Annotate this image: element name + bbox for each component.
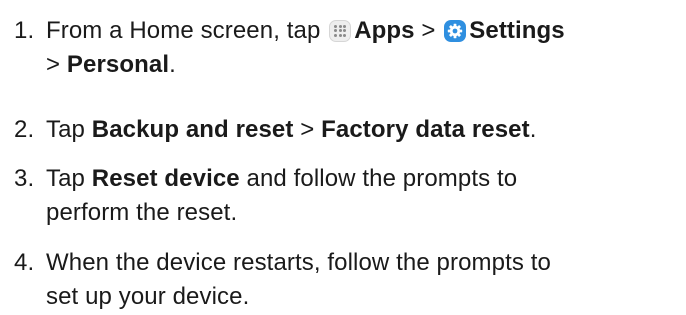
period: .: [529, 116, 537, 143]
apps-grid-icon: [329, 20, 352, 42]
step-text: When the device restarts, follow the pro…: [46, 246, 682, 314]
apps-label: Apps: [354, 17, 415, 44]
step-text-segment: Tap: [46, 116, 85, 143]
step-2: 2. Tap Backup and reset > Factory data r…: [14, 113, 682, 147]
step-text-segment: Tap: [46, 165, 85, 192]
personal-label: Personal: [66, 51, 170, 78]
separator: >: [46, 51, 61, 78]
step-text: From a Home screen, tap Apps > Settings >…: [46, 14, 682, 82]
step-number: 3.: [14, 165, 35, 192]
step-number: 1.: [14, 17, 35, 44]
step-text-segment: and follow the prompts to: [246, 165, 518, 192]
reset-device-label: Reset device: [91, 165, 240, 192]
step-text: Tap Reset device and follow the prompts …: [46, 162, 682, 230]
step-4: 4. When the device restarts, follow the …: [14, 246, 682, 314]
step-text-segment: When the device restarts, follow the pro…: [46, 249, 551, 276]
separator: >: [421, 17, 436, 44]
period: .: [169, 51, 176, 78]
step-number: 2.: [14, 116, 35, 143]
gear-icon: [444, 20, 467, 42]
separator: >: [300, 116, 315, 143]
step-text: Tap Backup and reset > Factory data rese…: [46, 113, 682, 147]
step-number: 4.: [14, 249, 35, 276]
step-1: 1. From a Home screen, tap Apps > Settin…: [14, 14, 682, 82]
step-text-segment: set up your device.: [46, 283, 250, 310]
step-text-segment: From a Home screen, tap: [46, 17, 321, 44]
factory-data-reset-label: Factory data reset: [321, 116, 530, 143]
settings-label: Settings: [469, 17, 565, 44]
step-text-segment: perform the reset.: [46, 199, 238, 226]
backup-and-reset-label: Backup and reset: [91, 116, 294, 143]
step-3: 3. Tap Reset device and follow the promp…: [14, 162, 682, 230]
